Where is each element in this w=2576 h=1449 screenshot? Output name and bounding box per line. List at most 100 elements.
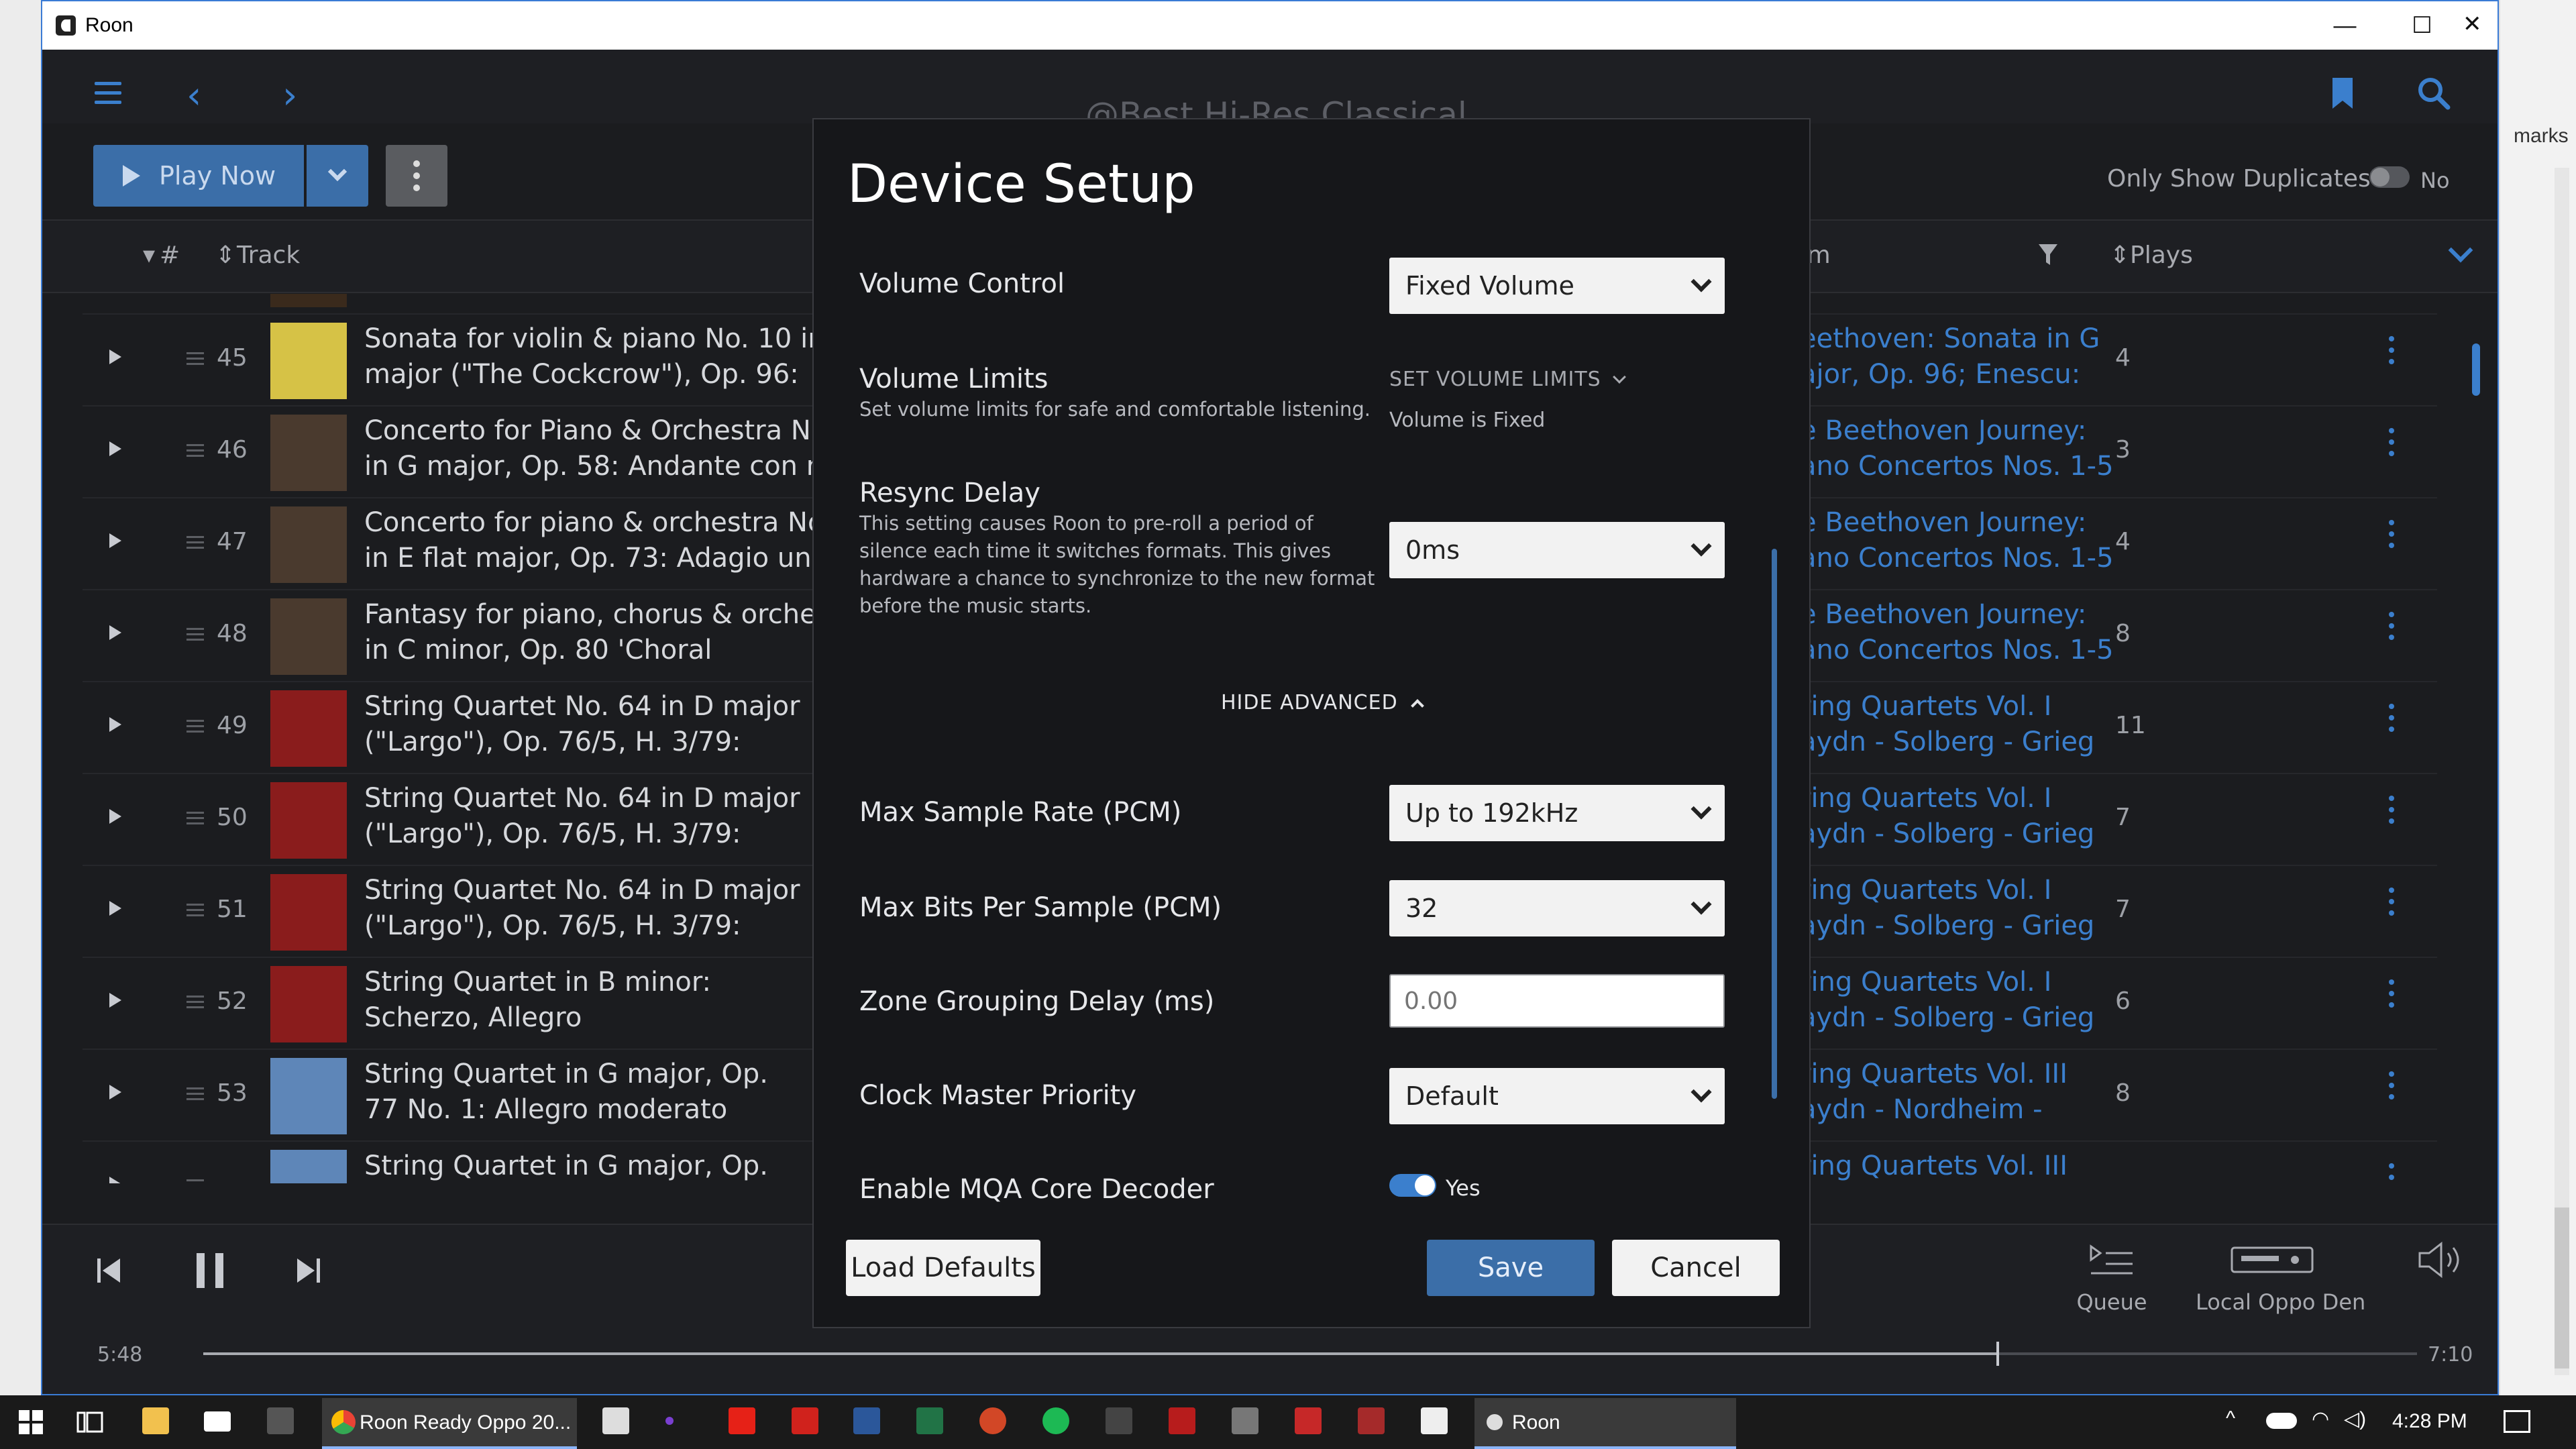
onedrive-icon[interactable] <box>2266 1413 2297 1429</box>
windows-start-icon[interactable] <box>17 1409 44 1436</box>
mail-icon[interactable] <box>204 1411 231 1432</box>
only-show-duplicates-toggle[interactable] <box>2369 166 2410 188</box>
drag-handle-icon[interactable] <box>186 352 204 368</box>
track-title[interactable]: Fantasy for piano, chorus & orchestra in … <box>364 597 867 668</box>
forward-arrow-icon[interactable]: › <box>282 74 297 117</box>
drag-handle-icon[interactable] <box>186 1087 204 1104</box>
save-button[interactable]: Save <box>1427 1240 1595 1296</box>
track-title[interactable]: String Quartet No. 64 in D major ("Largo"… <box>364 689 867 760</box>
row-more-icon[interactable] <box>2389 979 2394 1008</box>
play-row-icon[interactable] <box>109 441 121 456</box>
row-more-icon[interactable] <box>2389 1163 2394 1183</box>
drag-handle-icon[interactable] <box>186 536 204 552</box>
volume-control-dropdown[interactable]: Fixed Volume <box>1389 258 1725 314</box>
app-icon[interactable] <box>1295 1407 1322 1434</box>
play-now-dropdown-button[interactable] <box>307 145 368 207</box>
close-button[interactable]: ✕ <box>2463 11 2482 38</box>
row-more-icon[interactable] <box>2389 888 2394 916</box>
album-title[interactable]: e Beethoven Journey: ano Concertos Nos. 1… <box>1800 505 2135 576</box>
play-row-icon[interactable] <box>109 1085 121 1099</box>
play-row-icon[interactable] <box>109 625 121 640</box>
zone-grouping-delay-input[interactable] <box>1389 974 1725 1028</box>
background-scrollbar[interactable] <box>2555 168 2569 1375</box>
column-header-plays[interactable]: Plays <box>2130 241 2193 269</box>
column-header-number[interactable]: # <box>160 241 180 269</box>
zone-label[interactable]: Local Oppo Den <box>2196 1289 2365 1315</box>
next-track-icon[interactable] <box>294 1256 321 1285</box>
max-bits-dropdown[interactable]: 32 <box>1389 880 1725 936</box>
taskbar-item-chrome[interactable]: Roon Ready Oppo 20... <box>322 1398 577 1449</box>
drag-handle-icon[interactable] <box>186 904 204 920</box>
search-icon[interactable] <box>2417 76 2451 110</box>
row-more-icon[interactable] <box>2389 612 2394 640</box>
play-row-icon[interactable] <box>109 350 121 364</box>
app-icon[interactable] <box>1106 1407 1132 1434</box>
clock-time[interactable]: 4:28 PM <box>2392 1410 2467 1433</box>
album-title[interactable]: e Beethoven Journey: ano Concertos Nos. 1… <box>1800 597 2135 668</box>
back-arrow-icon[interactable]: ‹ <box>186 74 201 117</box>
tray-chevron-up-icon[interactable]: ^ <box>2226 1407 2235 1430</box>
spotify-icon[interactable] <box>1042 1407 1069 1434</box>
clock-master-priority-dropdown[interactable]: Default <box>1389 1068 1725 1124</box>
play-row-icon[interactable] <box>109 901 121 916</box>
video-player-icon[interactable] <box>729 1407 755 1434</box>
drag-handle-icon[interactable] <box>186 996 204 1012</box>
pause-icon[interactable] <box>190 1250 230 1291</box>
drag-handle-icon[interactable] <box>186 444 204 460</box>
background-scrollbar-thumb[interactable] <box>2555 1208 2569 1368</box>
track-list-scrollbar[interactable] <box>2472 343 2480 396</box>
row-more-icon[interactable] <box>2389 704 2394 732</box>
track-title[interactable]: Sonata for violin & piano No. 10 in G maj… <box>364 321 867 392</box>
resync-delay-dropdown[interactable]: 0ms <box>1389 522 1725 578</box>
menu-icon[interactable] <box>95 82 121 110</box>
set-volume-limits-link[interactable]: SET VOLUME LIMITS <box>1389 368 1627 391</box>
album-title[interactable]: ring Quartets Vol. I aydn - Solberg - Gri… <box>1800 689 2135 760</box>
album-title[interactable]: eethoven: Sonata in G ajor, Op. 96; Enesc… <box>1800 321 2135 392</box>
volume-icon[interactable] <box>2417 1241 2465 1279</box>
speaker-icon[interactable]: ◁) <box>2344 1407 2366 1431</box>
wifi-icon[interactable]: ◠ <box>2312 1407 2329 1431</box>
calendar-icon[interactable] <box>602 1407 629 1434</box>
app-icon[interactable] <box>1421 1407 1448 1434</box>
play-row-icon[interactable] <box>109 1177 121 1183</box>
row-more-icon[interactable] <box>2389 428 2394 456</box>
taskbar-item-roon[interactable]: Roon <box>1474 1398 1736 1449</box>
track-title[interactable]: String Quartet No. 64 in D major ("Largo"… <box>364 873 867 944</box>
column-header-track[interactable]: Track <box>237 241 300 269</box>
sort-icon[interactable]: ⇕ <box>2110 241 2130 269</box>
row-more-icon[interactable] <box>2389 336 2394 364</box>
sort-icon[interactable]: ▾ <box>143 241 155 269</box>
minimize-button[interactable]: — <box>2306 1 2383 50</box>
album-title[interactable]: ring Quartets Vol. I aydn - Solberg - Gri… <box>1800 873 2135 944</box>
oppo-player-device-icon[interactable] <box>2231 1242 2314 1276</box>
queue-label[interactable]: Queue <box>2075 1289 2149 1315</box>
hide-advanced-toggle[interactable]: HIDE ADVANCED <box>1221 691 1425 714</box>
app-icon[interactable] <box>1358 1407 1385 1434</box>
word-icon[interactable] <box>853 1407 880 1434</box>
queue-icon[interactable] <box>2088 1242 2135 1276</box>
cancel-button[interactable]: Cancel <box>1612 1240 1780 1296</box>
notifications-icon[interactable] <box>2504 1410 2530 1433</box>
album-title[interactable]: ring Quartets Vol. I aydn - Solberg - Gri… <box>1800 965 2135 1036</box>
file-explorer-icon[interactable] <box>142 1407 169 1434</box>
mqa-decoder-toggle[interactable] <box>1389 1174 1436 1197</box>
track-title[interactable]: String Quartet in G major, Op. 77 No. 1: … <box>364 1057 867 1128</box>
album-title[interactable]: ring Quartets Vol. I aydn - Solberg - Gri… <box>1800 781 2135 852</box>
previous-track-icon[interactable] <box>96 1256 123 1285</box>
max-sample-rate-dropdown[interactable]: Up to 192kHz <box>1389 785 1725 841</box>
track-title[interactable]: String Quartet in B minor: Scherzo, Alleg… <box>364 965 867 1036</box>
acrobat-icon[interactable] <box>792 1407 818 1434</box>
play-row-icon[interactable] <box>109 809 121 824</box>
row-more-icon[interactable] <box>2389 796 2394 824</box>
play-row-icon[interactable] <box>109 717 121 732</box>
drag-handle-icon[interactable] <box>186 720 204 736</box>
album-title[interactable]: ring Quartets Vol. III aydn - Nordheim - <box>1800 1057 2135 1128</box>
excel-icon[interactable] <box>916 1407 943 1434</box>
filter-icon[interactable] <box>2038 243 2058 267</box>
track-title[interactable]: String Quartet in G major, Op. <box>364 1148 867 1183</box>
app-icon[interactable] <box>267 1407 294 1434</box>
seek-bar[interactable] <box>203 1342 2417 1366</box>
track-title[interactable]: Concerto for piano & orchestra No. 5 in E… <box>364 505 867 576</box>
maximize-button[interactable]: ☐ <box>2383 1 2461 50</box>
load-defaults-button[interactable]: Load Defaults <box>846 1240 1040 1296</box>
